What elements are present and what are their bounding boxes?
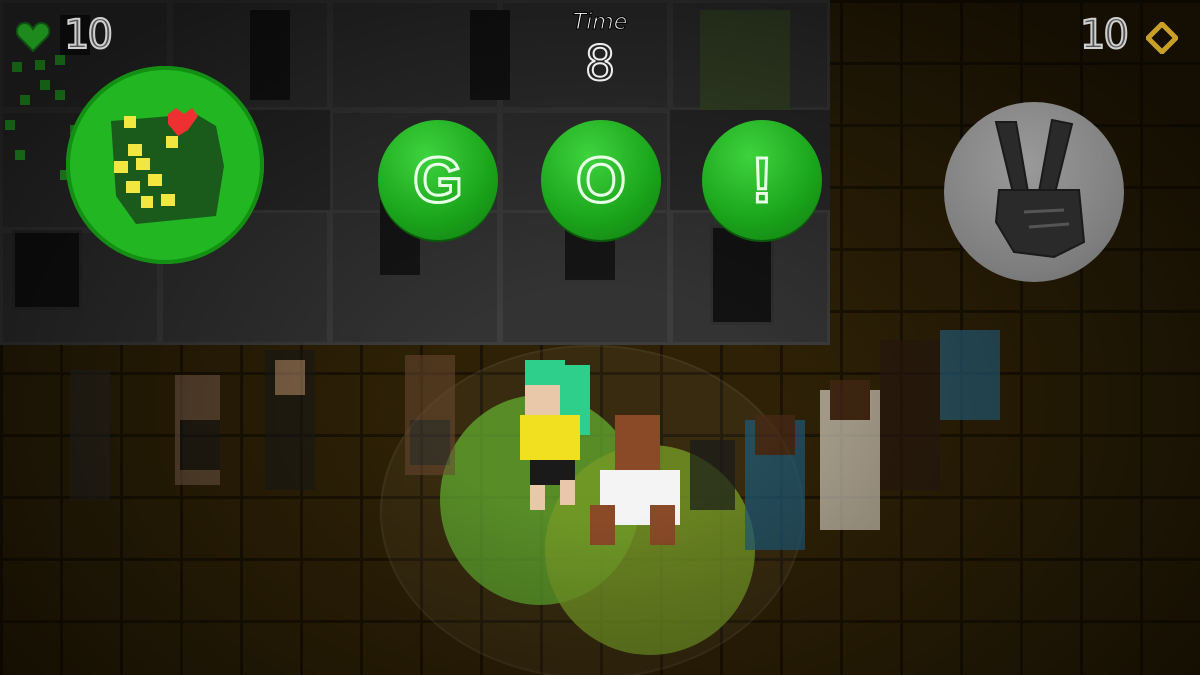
diamond-icon — [1146, 22, 1178, 54]
time-label: Time — [572, 10, 628, 36]
peace-sign-button[interactable] — [944, 102, 1124, 282]
go-letter-label: ! — [750, 144, 774, 216]
go-letter-label: G — [412, 144, 465, 216]
heart-icon — [16, 22, 50, 52]
fist-icon — [111, 108, 224, 224]
fist-button[interactable] — [66, 66, 264, 264]
go-letter-exclamation: ! — [702, 120, 822, 240]
go-letter-o: O — [541, 120, 661, 240]
go-letter-label: O — [575, 144, 628, 216]
lives-count: 10 — [63, 11, 114, 59]
peace-sign-icon — [994, 118, 1086, 259]
score-count: 10 — [1079, 11, 1130, 59]
go-letter-g: G — [378, 120, 498, 240]
dancer-crowd — [70, 330, 1000, 550]
time-value: 8 — [584, 35, 617, 93]
